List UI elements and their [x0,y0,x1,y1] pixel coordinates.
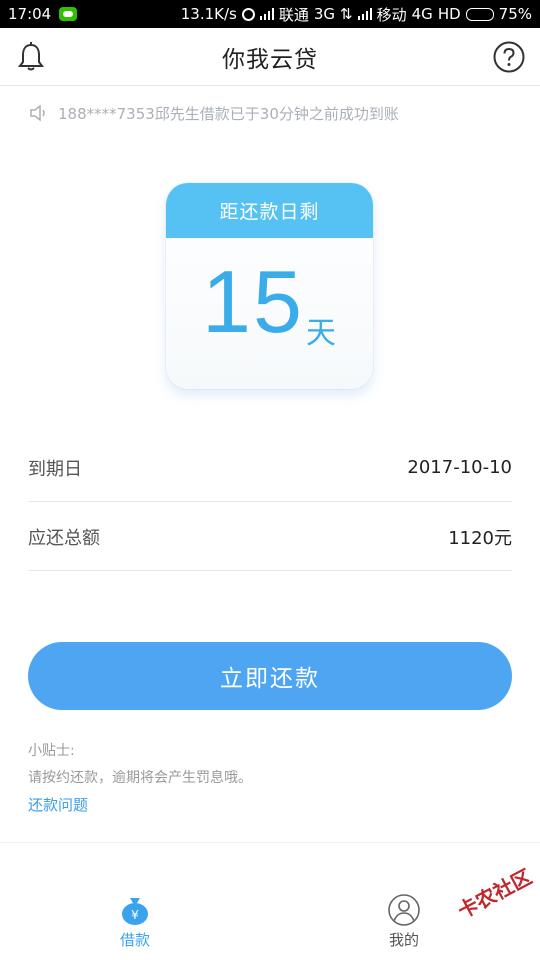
carrier-1: 联通 [278,5,309,24]
speaker-icon [30,104,45,122]
repayment-faq-link[interactable]: 还款问题 [28,792,252,819]
network-2: 4G [411,5,433,23]
tips-section: 小贴士: 请按约还款，逾期将会产生罚息哦。 还款问题 [28,738,252,819]
notice-text: 188****7353邱先生借款已于30分钟之前成功到账 [58,104,399,123]
net-speed: 13.1K/s [180,5,237,23]
wechat-notification-icon [59,7,78,21]
countdown-days: 15 [202,252,304,351]
tab-mine-label: 我的 [388,931,419,949]
battery-icon [465,7,494,21]
bell-icon [18,42,44,71]
hd-indicator: HD [437,5,461,23]
help-button[interactable] [492,40,526,74]
page-title: 你我云贷 [222,46,318,73]
help-circle-icon [493,41,525,73]
countdown-header: 距还款日剩 [166,183,373,238]
carrier-2: 移动 [376,5,407,24]
money-bag-icon: ¥ [122,898,148,925]
user-icon [388,894,420,926]
total-due-value: 1120元 [448,527,512,549]
tab-loan[interactable]: ¥ 借款 [100,893,170,950]
tab-loan-label: 借款 [119,931,150,949]
countdown-unit: 天 [306,316,336,351]
tips-title: 小贴士: [28,743,75,759]
repay-now-button[interactable]: 立即还款 [28,642,512,710]
svg-text:¥: ¥ [131,908,139,922]
notice-ticker: 188****7353邱先生借款已于30分钟之前成功到账 [0,86,540,140]
alarm-icon [241,7,255,21]
due-date-row: 到期日 2017-10-10 [28,434,512,502]
due-date-label: 到期日 [28,458,82,480]
total-due-row: 应还总额 1120元 [28,503,512,571]
status-bar: 17:04 13.1K/s 联通 3G ⇅ 移动 4G HD 75% [0,0,540,28]
battery-percent: 75% [498,5,532,23]
due-date-value: 2017-10-10 [407,457,512,478]
signal-icon-2 [357,8,372,20]
total-due-label: 应还总额 [28,527,100,549]
data-transfer-icon: ⇅ [340,5,353,23]
countdown-card: 距还款日剩 15 天 [166,183,373,389]
status-time: 17:04 [8,5,52,23]
signal-icon-1 [259,8,274,20]
tips-body: 请按约还款，逾期将会产生罚息哦。 [28,770,252,786]
tab-mine[interactable]: 我的 [369,893,439,950]
notification-button[interactable] [14,40,48,74]
network-1: 3G [313,5,336,23]
nav-bar: 你我云贷 [0,28,540,86]
